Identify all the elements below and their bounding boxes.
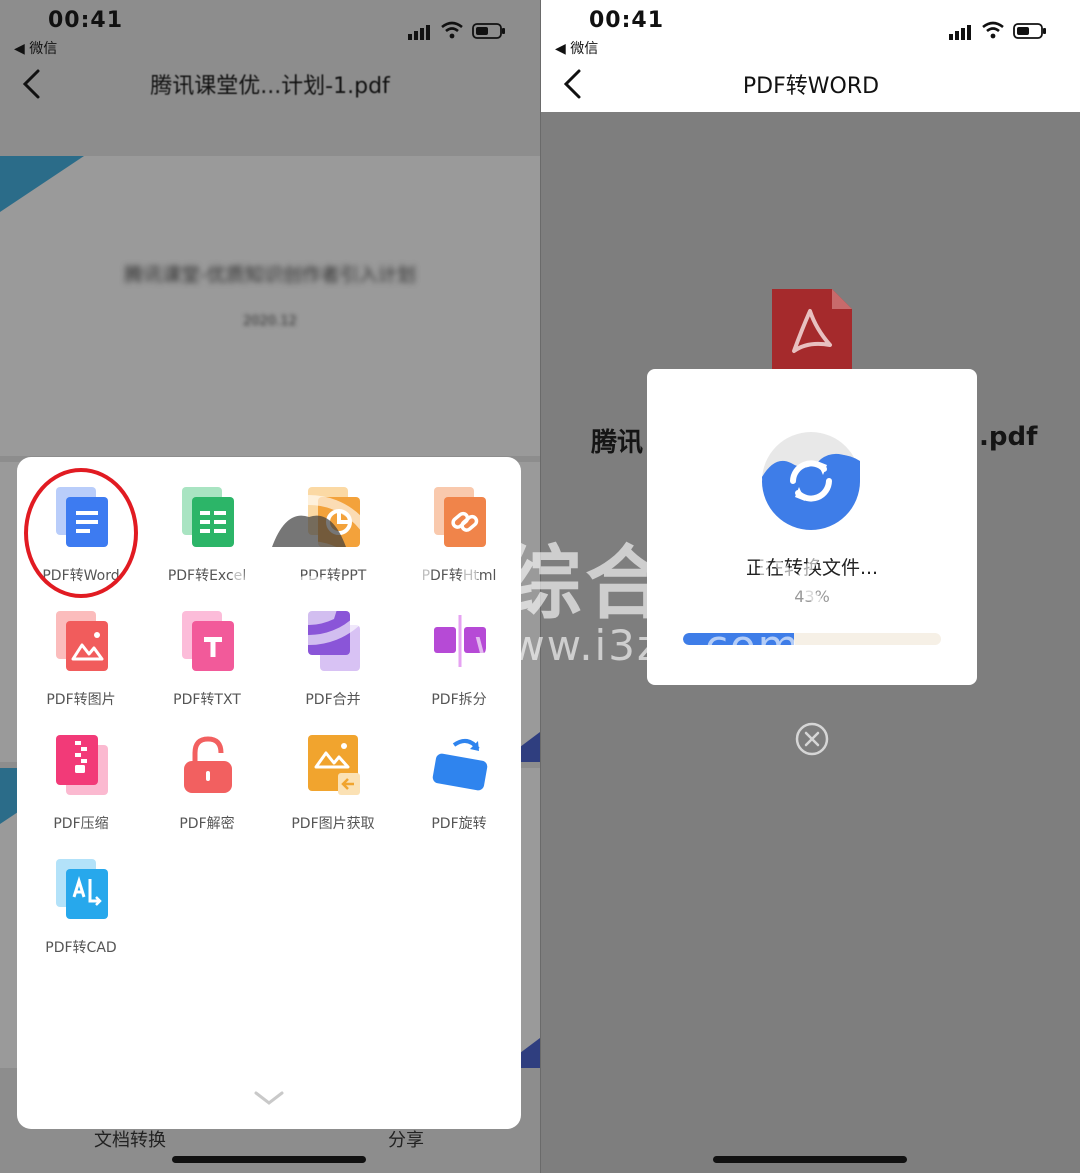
merge-icon: [308, 611, 360, 671]
document-date: 2020.12: [243, 314, 297, 329]
rotate-icon: [432, 738, 488, 791]
tool-pdf-to-image[interactable]: PDF转图片: [19, 581, 143, 708]
highlight-circle-annotation: [24, 468, 138, 598]
right-screen: 00:41 ◀ 微信 PDF转WORD 腾讯 .pdf 正在转换文件... 43…: [540, 0, 1080, 1173]
converting-message: 正在转换文件...: [745, 557, 879, 579]
document-convert-button[interactable]: 文档转换: [94, 1126, 166, 1152]
file-name-end: .pdf: [979, 422, 1038, 452]
link-icon: [434, 487, 486, 547]
signal-icon: [949, 25, 971, 40]
tool-pdf-rotate[interactable]: PDF旋转: [397, 705, 521, 832]
image-extract-icon: [308, 735, 360, 795]
page-corner-decoration: [0, 156, 84, 212]
home-indicator: [172, 1156, 366, 1163]
page-title: PDF转WORD: [742, 74, 880, 99]
chevron-down-icon[interactable]: [253, 1089, 285, 1107]
nav-bar: PDF转WORD: [541, 56, 1080, 112]
tool-label: PDF旋转: [431, 816, 487, 832]
document-page-1: 腾讯课堂-优质知识创作者引入计划 2020.12: [0, 156, 540, 456]
tool-pdf-to-txt[interactable]: PDF转TXT: [145, 581, 269, 708]
left-screen: 腾讯课堂-优质知识创作者引入计划 2020.12 00:41 ◀ 微信 腾讯课堂…: [0, 0, 540, 1173]
tool-pdf-extract-images[interactable]: PDF图片获取: [271, 705, 395, 832]
page-title: 腾讯课堂优...计划-1.pdf: [150, 74, 390, 99]
home-indicator: [713, 1156, 907, 1163]
bottom-toolbar: 文档转换 分享: [0, 1122, 540, 1173]
share-button[interactable]: 分享: [388, 1126, 424, 1152]
image-icon: [56, 611, 108, 671]
progress-percent: 43%: [794, 587, 830, 606]
tool-pdf-to-ppt[interactable]: PDF转PPT: [271, 457, 395, 584]
status-time: 00:41: [589, 8, 665, 33]
tool-pdf-to-html[interactable]: PDF转Html: [397, 457, 521, 584]
progress-bar: [683, 633, 941, 645]
status-bar: 00:41 ◀ 微信: [0, 0, 540, 62]
progress-bar-fill: [683, 633, 794, 645]
refresh-sync-icon: [762, 432, 860, 530]
tool-pdf-compress[interactable]: PDF压缩: [19, 705, 143, 832]
status-time: 00:41: [48, 8, 124, 33]
tool-label: PDF解密: [179, 816, 235, 832]
text-t-icon: [182, 611, 234, 671]
tool-label: PDF图片获取: [291, 816, 375, 832]
cad-icon: [56, 859, 108, 919]
tool-pdf-to-cad[interactable]: PDF转CAD: [19, 829, 143, 956]
zip-icon: [56, 735, 108, 795]
back-to-wechat[interactable]: ◀ 微信: [14, 38, 57, 58]
pdf-file-icon: [772, 289, 852, 379]
signal-icon: [408, 25, 430, 40]
battery-icon: [1013, 23, 1046, 39]
split-icon: [434, 615, 486, 667]
status-bar: 00:41 ◀ 微信: [541, 0, 1080, 62]
wifi-icon: [982, 21, 1004, 39]
close-icon[interactable]: [795, 722, 829, 756]
file-name-start: 腾讯: [591, 428, 644, 458]
document-title: 腾讯课堂-优质知识创作者引入计划: [124, 264, 416, 286]
tool-pdf-to-excel[interactable]: PDF转Excel: [145, 457, 269, 584]
excel-sheet-icon: [182, 487, 234, 547]
nav-bar: 腾讯课堂优...计划-1.pdf: [0, 56, 540, 112]
wifi-icon: [441, 21, 463, 39]
battery-icon: [472, 23, 505, 39]
conversion-progress-dialog: 正在转换文件... 43%: [647, 369, 977, 685]
tool-pdf-decrypt[interactable]: PDF解密: [145, 705, 269, 832]
ppt-chart-icon: [308, 487, 360, 547]
tool-label: PDF转CAD: [45, 940, 117, 956]
tool-pdf-split[interactable]: PDF拆分: [397, 581, 521, 708]
tool-pdf-merge[interactable]: PDF合并: [271, 581, 395, 708]
back-to-wechat[interactable]: ◀ 微信: [555, 38, 598, 58]
unlock-icon: [184, 736, 232, 793]
conversion-tools-panel: PDF转Word PDF转Excel PDF转PPT PDF转Html PDF转…: [17, 457, 521, 1129]
